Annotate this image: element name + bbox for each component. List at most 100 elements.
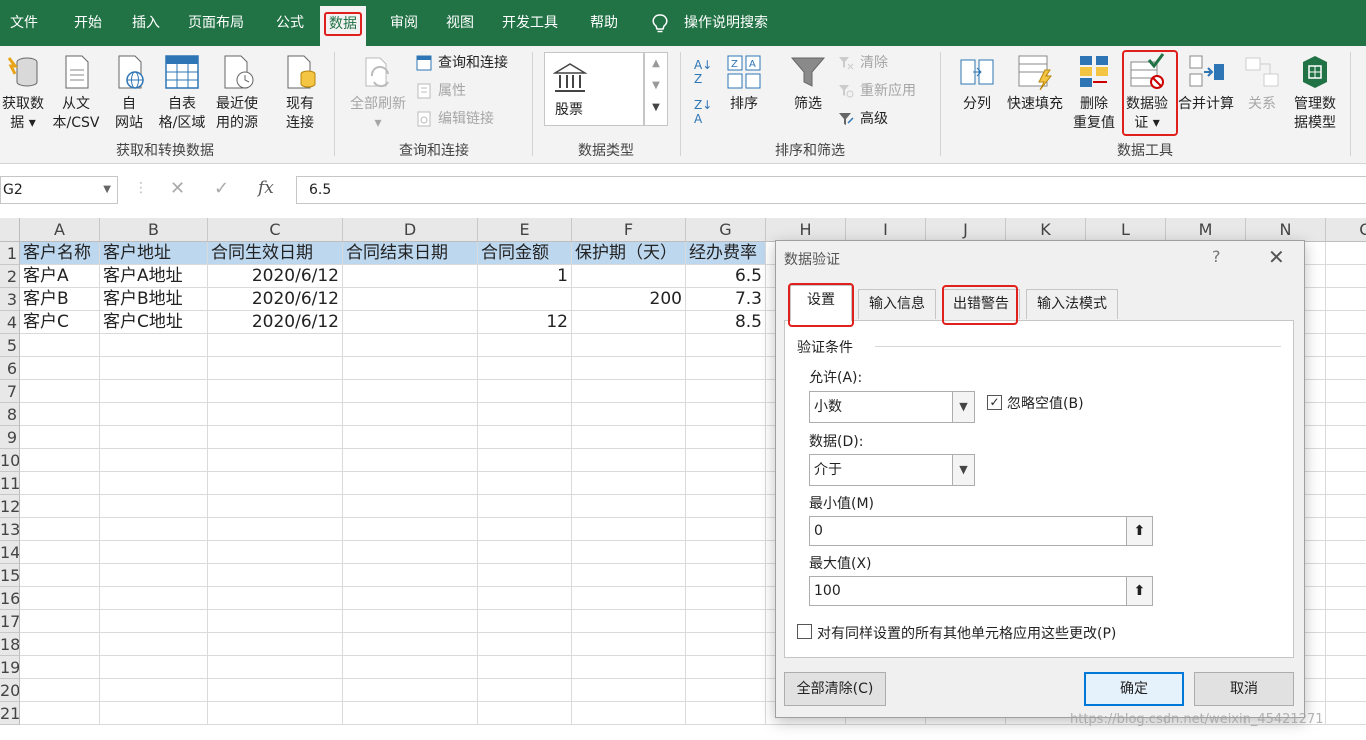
flash-fill-button[interactable]: 快速填充 [1002,52,1068,114]
cell-O16[interactable] [1326,587,1366,610]
cell-O2[interactable] [1326,265,1366,288]
cell-G8[interactable] [686,403,766,426]
cell-B15[interactable] [100,564,208,587]
column-header-M[interactable]: M [1166,218,1246,242]
cell-A20[interactable] [20,679,100,702]
cell-A21[interactable] [20,702,100,725]
sort-az-icon[interactable]: A↓ Z [694,58,712,86]
stock-data-type-button[interactable]: 股票 [544,52,644,126]
cell-D4[interactable] [343,311,478,334]
cell-A14[interactable] [20,541,100,564]
cell-A6[interactable] [20,357,100,380]
text-to-columns-button[interactable]: 分列 [954,52,1000,114]
column-header-C[interactable]: C [208,218,343,242]
gallery-more-icon[interactable]: ▼ [645,97,667,119]
row-header-10[interactable]: 10 [0,449,20,472]
cell-F2[interactable] [572,265,686,288]
cell-E9[interactable] [478,426,572,449]
cell-B13[interactable] [100,518,208,541]
name-box[interactable]: G2 ▼ [0,176,118,204]
range-picker-icon[interactable]: ⬆ [1126,517,1152,545]
cell-E4[interactable]: 12 [478,311,572,334]
cell-E3[interactable] [478,288,572,311]
cell-C21[interactable] [208,702,343,725]
row-header-16[interactable]: 16 [0,587,20,610]
cell-C2[interactable]: 2020/6/12 [208,265,343,288]
confirm-entry-icon[interactable]: ✓ [214,178,229,199]
menu-home[interactable]: 开始 [70,8,106,38]
cell-O15[interactable] [1326,564,1366,587]
remove-duplicates-button[interactable]: 删除 重复值 [1070,52,1118,133]
tab-ime-mode[interactable]: 输入法模式 [1026,289,1118,319]
cell-O6[interactable] [1326,357,1366,380]
row-header-8[interactable]: 8 [0,403,20,426]
cell-O21[interactable] [1326,702,1366,725]
column-header-D[interactable]: D [343,218,478,242]
recent-sources-button[interactable]: 最近使 用的源 [210,52,264,133]
apply-all-checkbox[interactable] [797,624,812,639]
filter-button[interactable]: 筛选 [786,52,830,114]
cell-G21[interactable] [686,702,766,725]
column-header-B[interactable]: B [100,218,208,242]
cell-E14[interactable] [478,541,572,564]
cell-D15[interactable] [343,564,478,587]
cell-B14[interactable] [100,541,208,564]
manage-data-model-button[interactable]: 管理数 据模型 [1288,52,1342,133]
cell-G16[interactable] [686,587,766,610]
cell-A19[interactable] [20,656,100,679]
cell-A10[interactable] [20,449,100,472]
cell-O19[interactable] [1326,656,1366,679]
cell-F18[interactable] [572,633,686,656]
cell-O9[interactable] [1326,426,1366,449]
cell-A3[interactable]: 客户B [20,288,100,311]
menu-help[interactable]: 帮助 [586,8,622,38]
cell-D8[interactable] [343,403,478,426]
row-header-2[interactable]: 2 [0,265,20,288]
column-header-L[interactable]: L [1086,218,1166,242]
row-header-4[interactable]: 4 [0,311,20,334]
sort-za-icon[interactable]: Z↓ A [694,98,712,126]
tab-input-message[interactable]: 输入信息 [858,289,936,319]
cell-E19[interactable] [478,656,572,679]
edit-links-button[interactable]: 编辑链接 [416,108,494,130]
cell-D2[interactable] [343,265,478,288]
row-header-14[interactable]: 14 [0,541,20,564]
drag-handle-icon[interactable]: ⋮ [134,180,148,196]
minimum-input[interactable]: 0 ⬆ [809,516,1153,546]
cell-E1[interactable]: 合同金额 [478,242,572,265]
cell-D12[interactable] [343,495,478,518]
get-data-button[interactable]: 获取数 据 ▾ [0,52,50,133]
cell-E10[interactable] [478,449,572,472]
cell-D9[interactable] [343,426,478,449]
cell-O17[interactable] [1326,610,1366,633]
cell-B21[interactable] [100,702,208,725]
from-table-button[interactable]: 自表 格/区域 [154,52,210,133]
cell-B6[interactable] [100,357,208,380]
cell-E15[interactable] [478,564,572,587]
chevron-down-icon[interactable]: ▼ [952,392,974,422]
cell-A18[interactable] [20,633,100,656]
cell-B7[interactable] [100,380,208,403]
cell-B9[interactable] [100,426,208,449]
cell-E16[interactable] [478,587,572,610]
cell-G1[interactable]: 经办费率 [686,242,766,265]
row-header-6[interactable]: 6 [0,357,20,380]
cell-A2[interactable]: 客户A [20,265,100,288]
cell-D16[interactable] [343,587,478,610]
cell-D14[interactable] [343,541,478,564]
cell-A9[interactable] [20,426,100,449]
cell-D13[interactable] [343,518,478,541]
cell-F1[interactable]: 保护期（天） [572,242,686,265]
sort-button[interactable]: ZA 排序 [722,52,766,114]
formula-input[interactable]: 6.5 [296,176,1366,204]
cell-G4[interactable]: 8.5 [686,311,766,334]
cell-F8[interactable] [572,403,686,426]
cell-A7[interactable] [20,380,100,403]
row-header-13[interactable]: 13 [0,518,20,541]
cell-C10[interactable] [208,449,343,472]
cell-D11[interactable] [343,472,478,495]
cell-G7[interactable] [686,380,766,403]
cell-F13[interactable] [572,518,686,541]
row-header-20[interactable]: 20 [0,679,20,702]
chevron-down-icon[interactable]: ▼ [103,177,111,203]
